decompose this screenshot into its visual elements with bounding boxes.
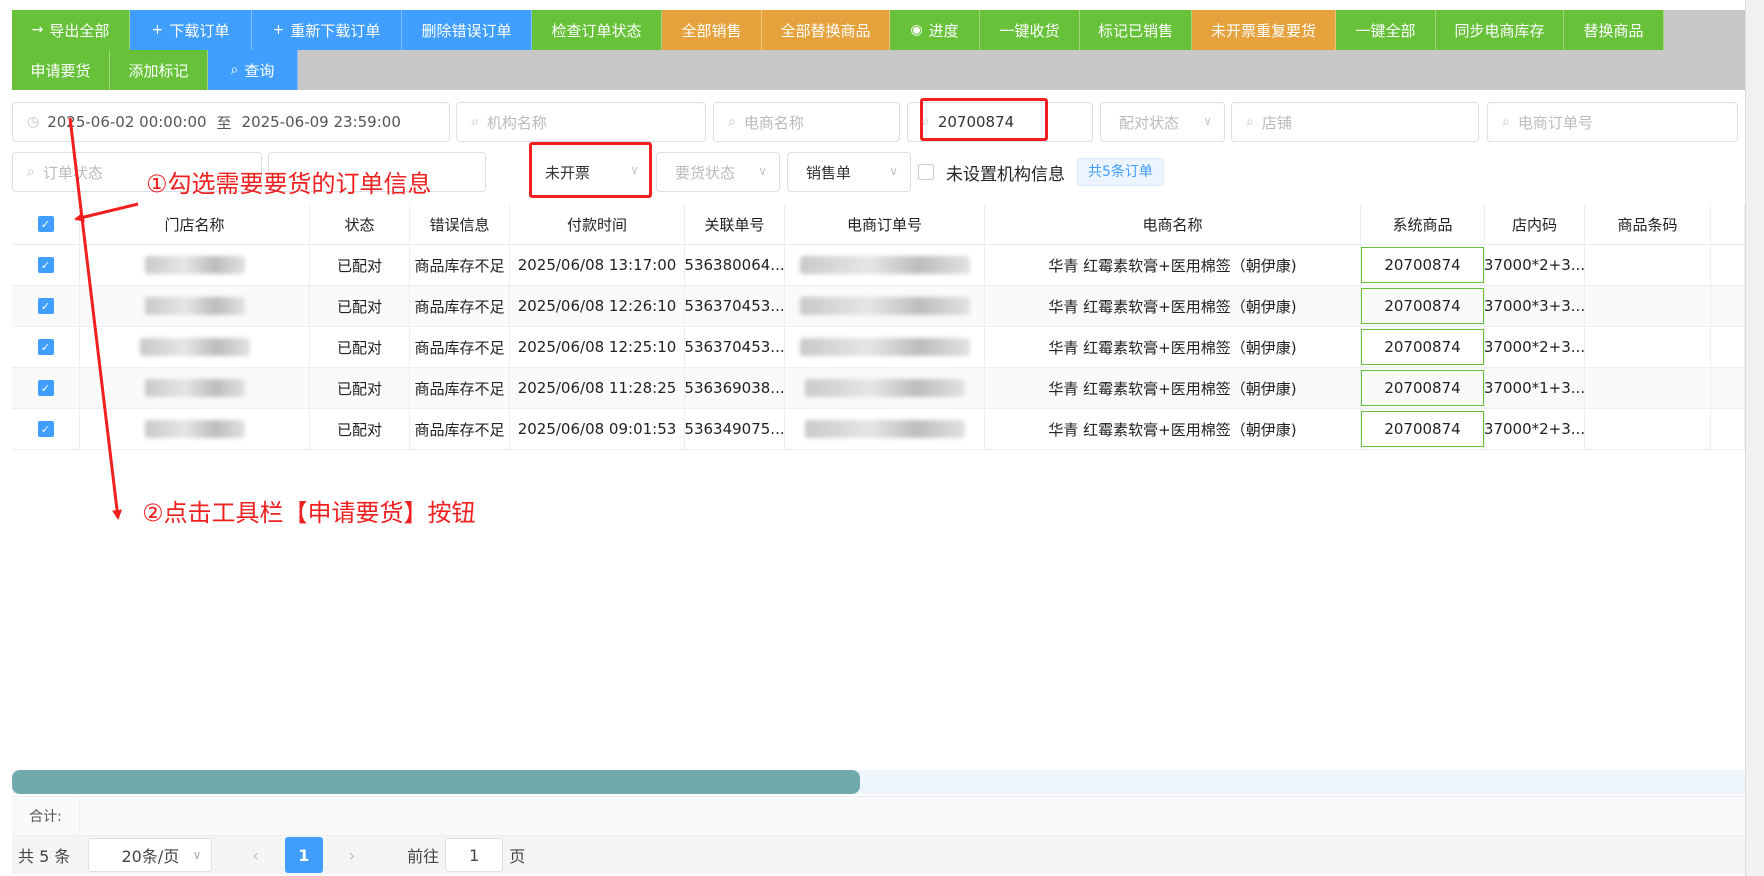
next-page-icon[interactable]: › — [349, 846, 355, 865]
goto-label: 前往 — [407, 847, 440, 866]
page-size-value: 20条/页 — [121, 847, 180, 866]
page-button-current[interactable]: 1 — [284, 837, 323, 873]
pagination: 共 5 条 20条/页 ∨ ‹ 1 › 前往 1 页 — [12, 836, 1745, 874]
annotation-arrows — [68, 117, 139, 520]
table-scroll-thumb[interactable] — [12, 770, 860, 794]
prev-page-icon[interactable]: ‹ — [252, 846, 258, 865]
arrow-to-request-button — [68, 117, 123, 520]
page-size-select[interactable]: 20条/页 ∨ — [88, 838, 213, 872]
summary-label: 合计: — [12, 797, 80, 835]
chevron-down-icon: ∨ — [192, 848, 202, 862]
goto-page-input[interactable]: 1 — [445, 838, 504, 872]
arrow-to-select-all — [74, 202, 139, 222]
goto-page-value: 1 — [469, 845, 480, 865]
summary-row: 合计: — [12, 796, 1745, 836]
total-count: 共 5 条 — [18, 847, 71, 866]
page-unit: 页 — [509, 847, 526, 866]
